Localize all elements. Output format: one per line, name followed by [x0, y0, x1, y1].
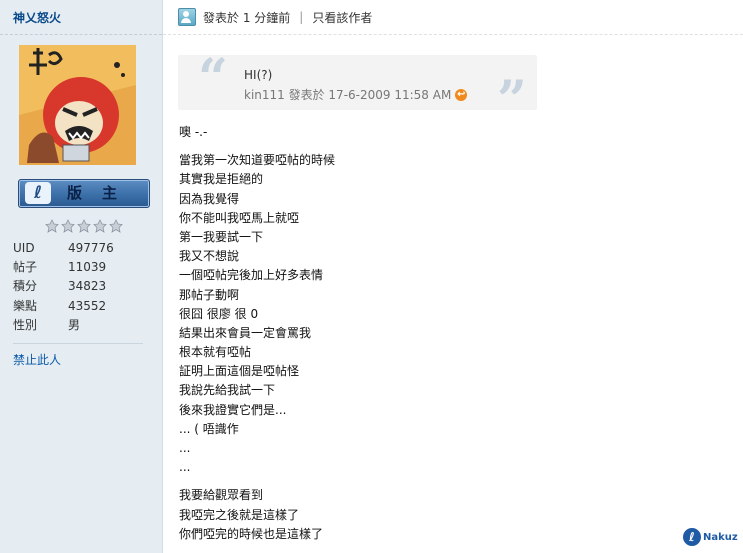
- stat-row-credits: 積分 34823: [13, 277, 143, 296]
- stat-value: 11039: [68, 260, 107, 275]
- go-to-post-arrow-icon[interactable]: ↩: [455, 88, 468, 101]
- post-line: 我啞完之後就是這樣了: [179, 507, 300, 522]
- stat-label: 帖子: [13, 260, 38, 275]
- sidebar-divider: [0, 34, 162, 35]
- stat-value: 497776: [68, 241, 114, 255]
- watermark-logo-icon: ℓ: [683, 528, 701, 546]
- author-username[interactable]: 神乂怒火: [13, 9, 61, 26]
- star-icon: [77, 219, 91, 233]
- star-icon: [109, 219, 123, 233]
- stat-label: 積分: [13, 279, 38, 294]
- stat-row-gender: 性別 男: [13, 316, 143, 335]
- post-line: 第一我要試一下: [179, 229, 264, 244]
- post-line: 當我第一次知道要啞帖的時候: [179, 153, 336, 168]
- stat-value: 34823: [68, 279, 107, 294]
- avatar[interactable]: [19, 45, 136, 165]
- post-line: ...: [179, 460, 191, 475]
- rank-stars: [45, 219, 125, 233]
- post-line: ... ( 唔識作: [179, 421, 239, 436]
- ban-user-link[interactable]: 禁止此人: [13, 351, 61, 368]
- post-body: 噢 -.- 當我第一次知道要啞帖的時候 其實我是拒絕的 因為我覺得 你不能叫我啞…: [179, 123, 679, 544]
- post-line: 其實我是拒絕的: [179, 172, 264, 187]
- posted-time: 發表於 1 分鐘前: [203, 10, 291, 25]
- rank-title: 版主: [67, 184, 138, 202]
- post-line: 那帖子動啊: [179, 287, 240, 302]
- stat-row-points: 樂點 43552: [13, 297, 143, 316]
- author-stats: UID 497776 帖子 11039 積分 34823 樂點 43552 性別…: [13, 239, 143, 335]
- avatar-illustration: [19, 45, 136, 165]
- close-quote-icon: ”: [497, 70, 527, 131]
- post-line: 因為我覺得: [179, 191, 240, 206]
- site-watermark: ℓ Nakuz: [683, 528, 738, 546]
- header-separator: |: [299, 10, 304, 24]
- post-line: 一個啞帖完後加上好多表情: [179, 268, 324, 283]
- post-line: 你們啞完的時候也是這樣了: [179, 526, 324, 541]
- star-icon: [93, 219, 107, 233]
- author-sidebar: 神乂怒火 ℓ 版主 UID 497776 帖子 11039 積分 34823 樂…: [0, 0, 163, 553]
- post-line: 結果出來會員一定會罵我: [179, 325, 312, 340]
- stat-label: 性別: [13, 317, 38, 332]
- open-quote-icon: “: [198, 48, 228, 109]
- stat-row-uid: UID 497776: [13, 239, 143, 258]
- post-line: ...: [179, 441, 191, 455]
- stat-row-posts: 帖子 11039: [13, 258, 143, 277]
- quote-author-time: kin111 發表於 17-6-2009 11:58 AM: [244, 88, 452, 102]
- post-header: 發表於 1 分鐘前 | 只看該作者: [178, 8, 372, 26]
- stats-divider: [13, 343, 143, 344]
- quote-block: “ ” HI(?) kin111 發表於 17-6-2009 11:58 AM …: [178, 48, 537, 127]
- post-line: 噢 -.-: [179, 125, 208, 139]
- stat-label: 樂點: [13, 298, 38, 313]
- watermark-text: Nakuz: [703, 531, 738, 543]
- post-line: 很囧 很廖 很 0: [179, 306, 259, 321]
- star-icon: [45, 219, 59, 233]
- author-icon: [178, 8, 196, 26]
- post-line: 証明上面這個是啞帖怪: [179, 364, 300, 379]
- rank-badge: ℓ 版主: [18, 179, 150, 208]
- stat-label: UID: [13, 241, 35, 255]
- stat-value: 43552: [68, 298, 107, 313]
- quote-meta: kin111 發表於 17-6-2009 11:58 AM ↩: [244, 86, 468, 103]
- forum-logo-icon: ℓ: [25, 182, 51, 204]
- post-line: 我要給觀眾看到: [179, 488, 264, 503]
- post-line: 我又不想說: [179, 249, 240, 264]
- view-author-only-link[interactable]: 只看該作者: [312, 9, 372, 26]
- header-divider: [163, 34, 743, 35]
- post-line: 我說先給我試一下: [179, 383, 276, 398]
- quote-text: HI(?): [244, 68, 273, 82]
- star-icon: [61, 219, 75, 233]
- stat-value: 男: [68, 317, 81, 332]
- post-line: 你不能叫我啞馬上就啞: [179, 210, 300, 225]
- post-line: 根本就有啞帖: [179, 345, 252, 360]
- post-line: 後來我證實它們是...: [179, 402, 287, 417]
